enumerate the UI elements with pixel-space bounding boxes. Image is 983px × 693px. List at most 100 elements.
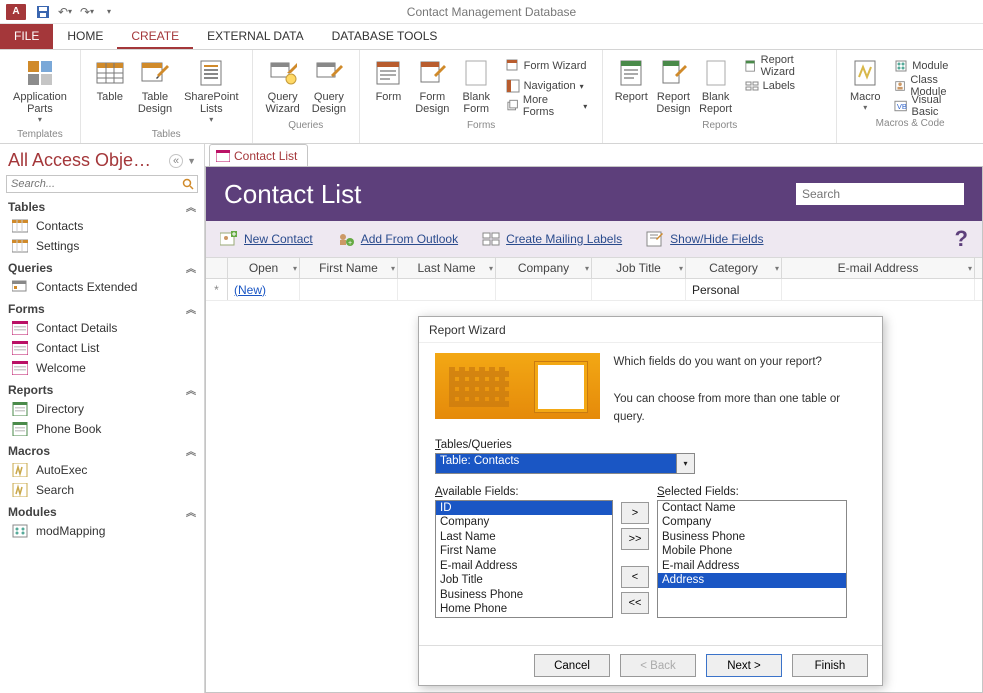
nav-section-queries[interactable]: Queries︽ [0, 256, 204, 277]
nav-search-input[interactable] [7, 176, 179, 192]
nav-section-modules[interactable]: Modules︽ [0, 500, 204, 521]
blank-report-button[interactable]: Blank Report [696, 54, 736, 118]
row-selector-header[interactable] [206, 258, 228, 278]
chevron-down-icon[interactable]: ▾ [679, 264, 683, 273]
nav-item[interactable]: Directory [0, 399, 204, 419]
move-all-left-button[interactable]: << [621, 592, 649, 614]
available-fields-list[interactable]: IDCompanyLast NameFirst NameE-mail Addre… [435, 500, 613, 618]
cancel-button[interactable]: Cancel [534, 654, 610, 677]
module-button[interactable]: Module [887, 56, 975, 76]
list-item[interactable]: Business Phone [436, 588, 612, 603]
cell[interactable] [300, 279, 398, 300]
nav-item[interactable]: Search [0, 480, 204, 500]
chevron-down-icon[interactable]: ▾ [489, 264, 493, 273]
cell[interactable] [398, 279, 496, 300]
list-item[interactable]: Company [436, 515, 612, 530]
chevron-down-icon[interactable]: ▾ [585, 264, 589, 273]
form-design-button[interactable]: Form Design [411, 54, 454, 118]
tab-file[interactable]: FILE [0, 23, 53, 49]
report-wizard-button[interactable]: Report Wizard [738, 56, 829, 76]
nav-section-tables[interactable]: Tables︽ [0, 195, 204, 216]
move-right-button[interactable]: > [621, 502, 649, 524]
tab-database-tools[interactable]: DATABASE TOOLS [318, 23, 452, 49]
list-item[interactable]: First Name [436, 544, 612, 559]
nav-section-forms[interactable]: Forms︽ [0, 297, 204, 318]
nav-item[interactable]: AutoExec [0, 460, 204, 480]
nav-section-reports[interactable]: Reports︽ [0, 378, 204, 399]
more-forms-button[interactable]: More Forms▾ [499, 96, 595, 116]
column-header[interactable]: Company▾ [496, 258, 592, 278]
sharepoint-lists-button[interactable]: SharePoint Lists▾ [179, 54, 243, 127]
class-module-button[interactable]: Class Module [887, 76, 975, 96]
tables-queries-combo[interactable]: Table: Contacts ▾ [435, 453, 695, 474]
list-item[interactable]: Job Title [436, 573, 612, 588]
row-selector[interactable]: * [206, 279, 228, 300]
macro-button[interactable]: Macro▾ [845, 54, 885, 116]
query-wizard-button[interactable]: Query Wizard [261, 54, 305, 118]
chevron-down-icon[interactable]: ▾ [391, 264, 395, 273]
chevron-down-icon[interactable]: ▾ [775, 264, 779, 273]
list-item[interactable]: Address [658, 573, 846, 588]
chevron-down-icon[interactable]: ▾ [293, 264, 297, 273]
list-item[interactable]: ID [436, 501, 612, 516]
add-from-outlook-button[interactable]: +Add From Outlook [337, 231, 458, 247]
search-icon[interactable] [179, 176, 197, 192]
list-item[interactable]: E-mail Address [436, 559, 612, 574]
nav-item[interactable]: Contacts [0, 216, 204, 236]
tab-external-data[interactable]: EXTERNAL DATA [193, 23, 317, 49]
report-button[interactable]: Report [611, 54, 651, 118]
cell[interactable]: (New) [228, 279, 300, 300]
column-header[interactable]: Open▾ [228, 258, 300, 278]
nav-item[interactable]: modMapping [0, 521, 204, 541]
chevron-down-icon[interactable]: ▼ [187, 156, 196, 166]
cell[interactable]: Personal [686, 279, 782, 300]
nav-section-macros[interactable]: Macros︽ [0, 439, 204, 460]
list-item[interactable]: Home Phone [436, 602, 612, 617]
list-item[interactable]: Contact Name [658, 501, 846, 516]
nav-title[interactable]: All Access Obje… «▼ [0, 144, 204, 173]
table-button[interactable]: Table [89, 54, 131, 127]
qat-customize-icon[interactable]: ▾ [98, 1, 120, 23]
next-button[interactable]: Next > [706, 654, 782, 677]
show-hide-fields-button[interactable]: Show/Hide Fields [646, 231, 763, 247]
nav-item[interactable]: Contact Details [0, 318, 204, 338]
help-icon[interactable]: ? [955, 226, 968, 252]
column-header[interactable]: Job Title▾ [592, 258, 686, 278]
cell[interactable] [592, 279, 686, 300]
cell[interactable] [496, 279, 592, 300]
column-header[interactable]: E-mail Address▾ [782, 258, 975, 278]
list-item[interactable]: Business Phone [658, 530, 846, 545]
tab-home[interactable]: HOME [53, 23, 117, 49]
selected-fields-list[interactable]: Contact NameCompanyBusiness PhoneMobile … [657, 500, 847, 618]
nav-item[interactable]: Phone Book [0, 419, 204, 439]
nav-item[interactable]: Contact List [0, 338, 204, 358]
column-header[interactable]: First Name▾ [300, 258, 398, 278]
column-header[interactable]: Last Name▾ [398, 258, 496, 278]
list-item[interactable]: Mobile Phone [658, 544, 846, 559]
document-tab[interactable]: Contact List [209, 144, 308, 166]
form-wizard-button[interactable]: Form Wizard [499, 56, 595, 76]
save-icon[interactable] [32, 1, 54, 23]
column-header[interactable]: Category▾ [686, 258, 782, 278]
labels-button[interactable]: Labels [738, 76, 829, 96]
tab-create[interactable]: CREATE [117, 23, 193, 49]
nav-item[interactable]: Settings [0, 236, 204, 256]
query-design-button[interactable]: Query Design [307, 54, 351, 118]
application-parts-button[interactable]: Application Parts▾ [8, 54, 72, 127]
finish-button[interactable]: Finish [792, 654, 868, 677]
table-design-button[interactable]: Table Design [133, 54, 177, 127]
create-mailing-labels-button[interactable]: Create Mailing Labels [482, 231, 622, 247]
nav-item[interactable]: Contacts Extended [0, 277, 204, 297]
collapse-icon[interactable]: « [169, 154, 183, 168]
chevron-down-icon[interactable]: ▾ [968, 264, 972, 273]
cell[interactable] [782, 279, 975, 300]
list-item[interactable]: E-mail Address [658, 559, 846, 574]
report-design-button[interactable]: Report Design [653, 54, 693, 118]
new-contact-button[interactable]: New Contact [220, 231, 313, 247]
nav-item[interactable]: Welcome [0, 358, 204, 378]
redo-icon[interactable]: ↷▾ [76, 1, 98, 23]
chevron-down-icon[interactable]: ▾ [676, 454, 694, 473]
header-search-input[interactable] [796, 183, 964, 205]
blank-form-button[interactable]: Blank Form [456, 54, 497, 118]
visual-basic-button[interactable]: VBVisual Basic [887, 96, 975, 116]
